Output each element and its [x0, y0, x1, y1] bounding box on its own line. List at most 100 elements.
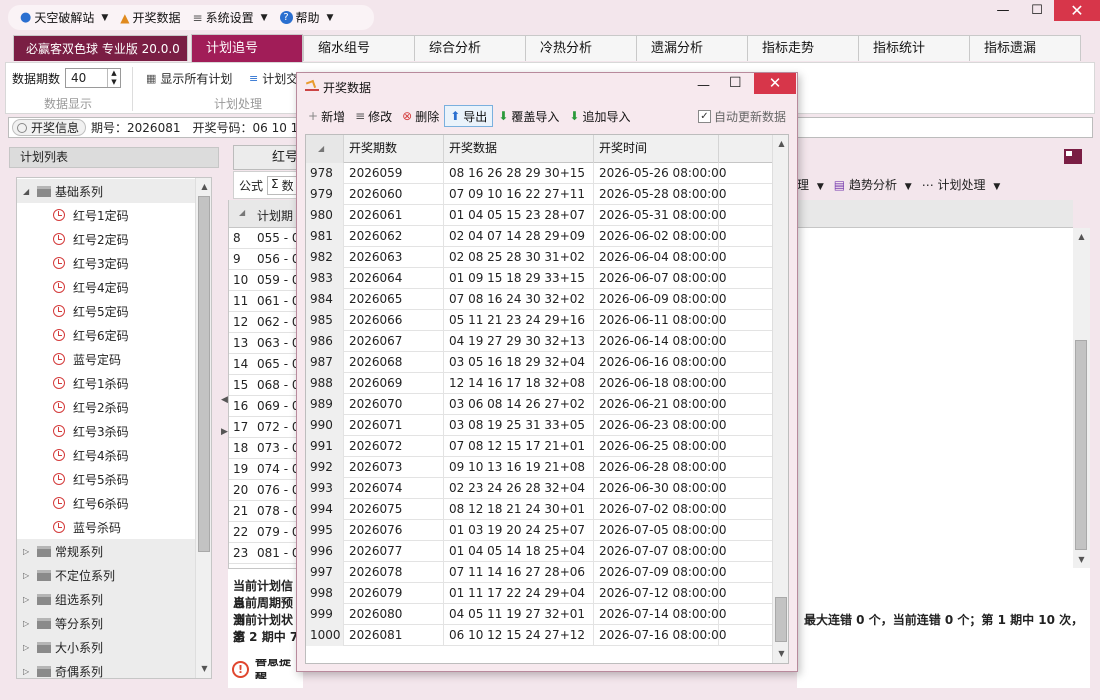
- tab-brand[interactable]: 必赢客双色球 专业版 20.0.0: [13, 35, 188, 61]
- tree-group-odd-even[interactable]: ▷ 奇偶系列: [17, 659, 195, 678]
- tree-group-combo[interactable]: ▷ 组选系列: [17, 587, 195, 611]
- expand-icon[interactable]: ▷: [23, 595, 33, 604]
- expand-panel-icon[interactable]: [1064, 149, 1082, 164]
- table-row[interactable]: 19 074 - 0: [229, 459, 304, 480]
- close-button[interactable]: ✕: [1054, 0, 1100, 21]
- show-all-plans-button[interactable]: ▦ 显示所有计划: [146, 70, 232, 87]
- auto-update-checkbox[interactable]: ✓ 自动更新数据: [693, 105, 791, 127]
- table-row[interactable]: 994 2026075 08 12 18 21 24 30+01 2026-07-02…: [306, 499, 772, 520]
- table-row[interactable]: 986 2026067 04 19 27 29 30 32+13 2026-06-14…: [306, 331, 772, 352]
- stepper-arrows-icon[interactable]: ▲ ▼: [107, 69, 120, 87]
- dialog-maximize-button[interactable]: ☐: [729, 75, 742, 91]
- table-row[interactable]: 22 079 - 0: [229, 522, 304, 543]
- import-overwrite-button[interactable]: ⬇ 覆盖导入: [493, 105, 564, 127]
- tab-comprehensive[interactable]: 综合分析: [414, 35, 526, 61]
- lottery-data-menu[interactable]: ▲ 开奖数据: [120, 9, 180, 26]
- table-row[interactable]: 989 2026070 03 06 08 14 26 27+02 2026-06-21…: [306, 394, 772, 415]
- maximize-button[interactable]: ☐: [1020, 0, 1054, 20]
- expand-icon[interactable]: ▷: [23, 643, 33, 652]
- trend-analysis-menu[interactable]: ▤ 趋势分析 ▼: [834, 176, 912, 193]
- tree-group-regular[interactable]: ▷ 常规系列: [17, 539, 195, 563]
- tab-omission[interactable]: 遗漏分析: [636, 35, 748, 61]
- table-row[interactable]: 983 2026064 01 09 15 18 29 33+15 2026-06-07…: [306, 268, 772, 289]
- tree-scrollbar[interactable]: ▲ ▼: [195, 178, 211, 678]
- tab-red-numbers[interactable]: 红号: [233, 145, 303, 170]
- dialog-scroll-thumb[interactable]: [775, 597, 787, 642]
- table-row[interactable]: 980 2026061 01 04 05 15 23 28+07 2026-05-31…: [306, 205, 772, 226]
- table-row[interactable]: 20 076 - 0: [229, 480, 304, 501]
- tree-item[interactable]: 红号6杀码: [17, 491, 195, 515]
- table-row[interactable]: 14 065 - 0: [229, 354, 304, 375]
- plan-process-menu[interactable]: ⋯ 计划处理 ▼: [922, 176, 1001, 193]
- table-row[interactable]: 978 2026059 08 16 26 28 29 30+15 2026-05-26…: [306, 163, 772, 184]
- col-header-data[interactable]: 开奖数据: [444, 135, 594, 163]
- lottery-info-button[interactable]: 开奖信息: [12, 119, 87, 136]
- tree-item[interactable]: 红号1杀码: [17, 371, 195, 395]
- table-row[interactable]: 18 073 - 0: [229, 438, 304, 459]
- scroll-down-icon[interactable]: ▼: [196, 660, 211, 677]
- tab-reduce[interactable]: 缩水组号: [303, 35, 415, 61]
- checkbox-checked-icon[interactable]: ✓: [697, 109, 711, 123]
- process-menu[interactable]: 理 ▼: [797, 176, 824, 193]
- tab-index-omission[interactable]: 指标遗漏: [969, 35, 1081, 61]
- grid-scroll-thumb[interactable]: [1075, 340, 1087, 550]
- table-row[interactable]: 996 2026077 01 04 05 14 18 25+04 2026-07-07…: [306, 541, 772, 562]
- table-row[interactable]: 993 2026074 02 23 24 26 28 32+04 2026-06-30…: [306, 478, 772, 499]
- tree-item[interactable]: 红号3定码: [17, 251, 195, 275]
- grid-scrollbar[interactable]: ▲ ▼: [1073, 228, 1090, 568]
- add-button[interactable]: + 新增: [303, 105, 350, 127]
- table-row[interactable]: 998 2026079 01 11 17 22 24 29+04 2026-07-12…: [306, 583, 772, 604]
- col-header-issue[interactable]: 开奖期数: [344, 135, 444, 163]
- splitter-right-icon[interactable]: ▶: [221, 427, 228, 437]
- tree-item[interactable]: 红号1定码: [17, 203, 195, 227]
- user-menu[interactable]: ● 天空破解站 ▼: [20, 9, 108, 26]
- tree-group-equal[interactable]: ▷ 等分系列: [17, 611, 195, 635]
- table-row[interactable]: 995 2026076 01 03 19 20 24 25+07 2026-07-05…: [306, 520, 772, 541]
- tab-index-stats[interactable]: 指标统计: [858, 35, 970, 61]
- scroll-down-icon[interactable]: ▼: [1073, 551, 1090, 568]
- table-row[interactable]: 23 081 - 0: [229, 543, 304, 564]
- edit-button[interactable]: ≡ 修改: [350, 105, 397, 127]
- table-row[interactable]: 999 2026080 04 05 11 19 27 32+01 2026-07-14…: [306, 604, 772, 625]
- table-row[interactable]: 13 063 - 0: [229, 333, 304, 354]
- tree-item[interactable]: 红号5定码: [17, 299, 195, 323]
- tree-item[interactable]: 蓝号杀码: [17, 515, 195, 539]
- tree-item[interactable]: 红号3杀码: [17, 419, 195, 443]
- periods-stepper[interactable]: 40 ▲ ▼: [65, 68, 121, 88]
- tab-plan-tracking[interactable]: 计划追号: [191, 34, 303, 62]
- scroll-up-icon[interactable]: ▲: [196, 178, 211, 195]
- tree-scroll-thumb[interactable]: [198, 196, 210, 552]
- tree-item[interactable]: 红号2杀码: [17, 395, 195, 419]
- table-row[interactable]: 984 2026065 07 08 16 24 30 32+02 2026-06-09…: [306, 289, 772, 310]
- table-row[interactable]: 8 055 - 0: [229, 228, 304, 249]
- expand-icon[interactable]: ▷: [23, 619, 33, 628]
- expand-icon[interactable]: ▷: [23, 667, 33, 676]
- tree-item[interactable]: 红号5杀码: [17, 467, 195, 491]
- scroll-up-icon[interactable]: ▲: [1073, 228, 1090, 245]
- table-row[interactable]: 985 2026066 05 11 21 23 24 29+16 2026-06-11…: [306, 310, 772, 331]
- tree-item[interactable]: 红号4定码: [17, 275, 195, 299]
- tab-index-trend[interactable]: 指标走势: [747, 35, 859, 61]
- table-row[interactable]: 990 2026071 03 08 19 25 31 33+05 2026-06-23…: [306, 415, 772, 436]
- delete-button[interactable]: ⊗ 删除: [397, 105, 444, 127]
- table-row[interactable]: 981 2026062 02 04 07 14 28 29+09 2026-06-02…: [306, 226, 772, 247]
- dialog-grid-scrollbar[interactable]: ▲ ▼: [772, 135, 788, 663]
- import-append-button[interactable]: ⬇ 追加导入: [564, 105, 635, 127]
- table-row[interactable]: 16 069 - 0: [229, 396, 304, 417]
- table-row[interactable]: 11 061 - 0: [229, 291, 304, 312]
- scroll-down-icon[interactable]: ▼: [773, 645, 788, 662]
- tree-group-unpositioned[interactable]: ▷ 不定位系列: [17, 563, 195, 587]
- scroll-up-icon[interactable]: ▲: [773, 135, 788, 152]
- table-row[interactable]: 979 2026060 07 09 10 16 22 27+11 2026-05-28…: [306, 184, 772, 205]
- tree-group-size[interactable]: ▷ 大小系列: [17, 635, 195, 659]
- tree-item[interactable]: 红号4杀码: [17, 443, 195, 467]
- tab-hot-cold[interactable]: 冷热分析: [525, 35, 637, 61]
- table-row[interactable]: 15 068 - 0: [229, 375, 304, 396]
- export-button[interactable]: ⬆ 导出: [444, 105, 494, 127]
- table-row[interactable]: 12 062 - 0: [229, 312, 304, 333]
- expand-icon[interactable]: ▷: [23, 547, 33, 556]
- tree-item[interactable]: 蓝号定码: [17, 347, 195, 371]
- table-row[interactable]: 992 2026073 09 10 13 16 19 21+08 2026-06-28…: [306, 457, 772, 478]
- col-header-time[interactable]: 开奖时间: [594, 135, 719, 163]
- dialog-close-button[interactable]: ✕: [754, 73, 796, 94]
